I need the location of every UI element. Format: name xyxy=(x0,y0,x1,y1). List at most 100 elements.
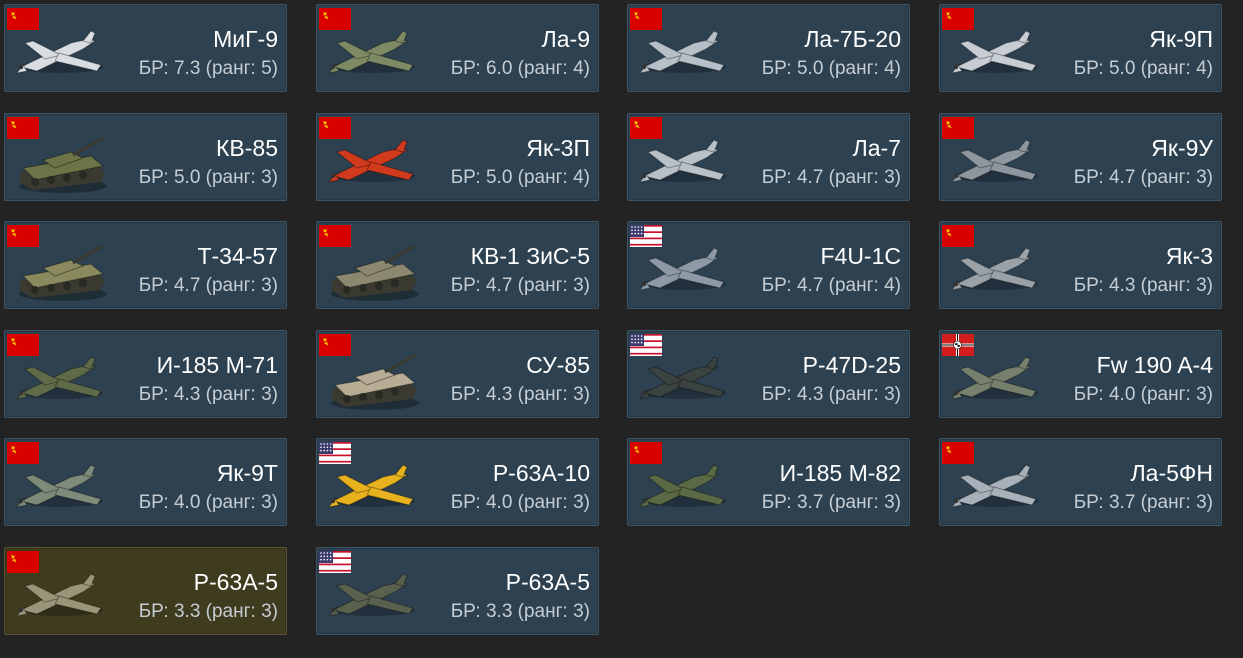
vehicle-br-rank: БР: 4.0 (ранг: 3) xyxy=(138,492,278,513)
vehicle-card[interactable]: P-63A-5 БР: 3.3 (ранг: 3) xyxy=(316,547,599,635)
vehicle-name: И-185 М-82 xyxy=(779,460,901,486)
plane-image xyxy=(946,347,1046,413)
vehicle-name: Як-3 xyxy=(1165,243,1213,269)
vehicle-card[interactable]: P-63A-5 БР: 3.3 (ранг: 3) xyxy=(4,547,287,635)
ussr-flag-icon xyxy=(319,225,351,247)
vehicle-name: Ла-5ФН xyxy=(1130,460,1213,486)
vehicle-card[interactable]: Fw 190 A-4 БР: 4.0 (ранг: 3) xyxy=(939,330,1222,418)
vehicle-br-rank: БР: 4.0 (ранг: 3) xyxy=(1073,384,1213,405)
vehicle-card[interactable]: Ла-5ФН БР: 3.7 (ранг: 3) xyxy=(939,438,1222,526)
usa-flag-icon xyxy=(630,334,662,374)
vehicle-card[interactable]: И-185 М-71 БР: 4.3 (ранг: 3) xyxy=(4,330,287,418)
vehicle-name: Як-9Т xyxy=(216,460,278,486)
plane-image xyxy=(11,347,111,413)
vehicle-card[interactable]: Т-34-57 БР: 4.7 (ранг: 3) xyxy=(4,221,287,309)
vehicle-br-rank: БР: 5.0 (ранг: 4) xyxy=(450,167,590,188)
vehicle-name: Ла-9 xyxy=(541,26,590,52)
vehicle-name: Ла-7 xyxy=(852,135,901,161)
vehicle-br-rank: БР: 6.0 (ранг: 4) xyxy=(450,58,590,79)
plane-image xyxy=(634,238,734,304)
vehicle-name: Т-34-57 xyxy=(197,243,278,269)
vehicle-card[interactable]: КВ-1 ЗиС-5 БР: 4.7 (ранг: 3) xyxy=(316,221,599,309)
plane-image xyxy=(11,455,111,521)
ussr-flag-icon xyxy=(7,8,39,30)
vehicle-name: И-185 М-71 xyxy=(156,352,278,378)
plane-image xyxy=(323,455,423,521)
vehicle-card[interactable]: Як-3П БР: 5.0 (ранг: 4) xyxy=(316,113,599,201)
vehicle-br-rank: БР: 4.7 (ранг: 4) xyxy=(761,275,901,296)
vehicle-card[interactable]: МиГ-9 БР: 7.3 (ранг: 5) xyxy=(4,4,287,92)
ussr-flag-icon xyxy=(942,117,974,139)
ussr-flag-icon xyxy=(630,117,662,139)
ussr-flag-icon xyxy=(7,551,39,573)
vehicle-card[interactable]: Як-9У БР: 4.7 (ранг: 3) xyxy=(939,113,1222,201)
plane-image xyxy=(323,130,423,196)
vehicle-name: МиГ-9 xyxy=(213,26,278,52)
ussr-flag-icon xyxy=(7,334,39,356)
vehicle-card[interactable]: СУ-85 БР: 4.3 (ранг: 3) xyxy=(316,330,599,418)
vehicle-br-rank: БР: 7.3 (ранг: 5) xyxy=(138,58,278,79)
ussr-flag-icon xyxy=(319,334,351,356)
vehicle-name: СУ-85 xyxy=(526,352,590,378)
vehicle-card[interactable]: КВ-85 БР: 5.0 (ранг: 3) xyxy=(4,113,287,201)
vehicle-name: КВ-1 ЗиС-5 xyxy=(470,243,590,269)
vehicle-br-rank: БР: 4.7 (ранг: 3) xyxy=(761,167,901,188)
germany-flag-icon xyxy=(942,334,974,356)
vehicle-card[interactable]: Як-3 БР: 4.3 (ранг: 3) xyxy=(939,221,1222,309)
plane-image xyxy=(946,21,1046,87)
vehicle-br-rank: БР: 4.0 (ранг: 3) xyxy=(450,492,590,513)
tank-image xyxy=(323,347,423,413)
vehicle-br-rank: БР: 4.7 (ранг: 3) xyxy=(138,275,278,296)
plane-image xyxy=(946,130,1046,196)
ussr-flag-icon xyxy=(7,225,39,247)
tank-image xyxy=(11,130,111,196)
ussr-flag-icon xyxy=(630,442,662,464)
vehicle-name: P-63A-10 xyxy=(492,460,590,486)
tank-image xyxy=(323,238,423,304)
ussr-flag-icon xyxy=(319,8,351,30)
plane-image xyxy=(634,21,734,87)
vehicle-name: P-47D-25 xyxy=(802,352,901,378)
ussr-flag-icon xyxy=(319,117,351,139)
vehicle-card[interactable]: Як-9П БР: 5.0 (ранг: 4) xyxy=(939,4,1222,92)
usa-flag-icon xyxy=(630,225,662,265)
vehicle-br-rank: БР: 3.7 (ранг: 3) xyxy=(761,492,901,513)
plane-image xyxy=(323,564,423,630)
ussr-flag-icon xyxy=(7,442,39,464)
vehicle-card[interactable]: Ла-9 БР: 6.0 (ранг: 4) xyxy=(316,4,599,92)
vehicle-br-rank: БР: 4.7 (ранг: 3) xyxy=(450,275,590,296)
ussr-flag-icon xyxy=(7,117,39,139)
ussr-flag-icon xyxy=(942,8,974,30)
vehicle-card[interactable]: F4U-1C БР: 4.7 (ранг: 4) xyxy=(627,221,910,309)
vehicle-name: F4U-1C xyxy=(820,243,901,269)
ussr-flag-icon xyxy=(942,442,974,464)
usa-flag-icon xyxy=(319,551,351,591)
vehicle-card[interactable]: Як-9Т БР: 4.0 (ранг: 3) xyxy=(4,438,287,526)
vehicle-br-rank: БР: 4.7 (ранг: 3) xyxy=(1073,167,1213,188)
plane-image xyxy=(323,21,423,87)
vehicle-card[interactable]: P-47D-25 БР: 4.3 (ранг: 3) xyxy=(627,330,910,418)
vehicle-br-rank: БР: 4.3 (ранг: 3) xyxy=(138,384,278,405)
vehicle-card[interactable]: Ла-7Б-20 БР: 5.0 (ранг: 4) xyxy=(627,4,910,92)
vehicle-card[interactable]: Ла-7 БР: 4.7 (ранг: 3) xyxy=(627,113,910,201)
plane-image xyxy=(946,455,1046,521)
vehicle-br-rank: БР: 3.7 (ранг: 3) xyxy=(1073,492,1213,513)
usa-flag-icon xyxy=(319,442,351,482)
plane-image xyxy=(634,130,734,196)
vehicle-name: Ла-7Б-20 xyxy=(804,26,901,52)
vehicle-br-rank: БР: 5.0 (ранг: 3) xyxy=(138,167,278,188)
vehicle-br-rank: БР: 4.3 (ранг: 3) xyxy=(761,384,901,405)
plane-image xyxy=(946,238,1046,304)
vehicle-card[interactable]: И-185 М-82 БР: 3.7 (ранг: 3) xyxy=(627,438,910,526)
vehicle-card[interactable]: P-63A-10 БР: 4.0 (ранг: 3) xyxy=(316,438,599,526)
tank-image xyxy=(11,238,111,304)
vehicle-name: Як-3П xyxy=(526,135,590,161)
vehicle-br-rank: БР: 5.0 (ранг: 4) xyxy=(1073,58,1213,79)
vehicle-name: Як-9П xyxy=(1149,26,1213,52)
vehicle-br-rank: БР: 3.3 (ранг: 3) xyxy=(138,601,278,622)
plane-image xyxy=(11,21,111,87)
ussr-flag-icon xyxy=(630,8,662,30)
vehicle-name: P-63A-5 xyxy=(193,569,278,595)
vehicle-br-rank: БР: 3.3 (ранг: 3) xyxy=(450,601,590,622)
plane-image xyxy=(634,455,734,521)
